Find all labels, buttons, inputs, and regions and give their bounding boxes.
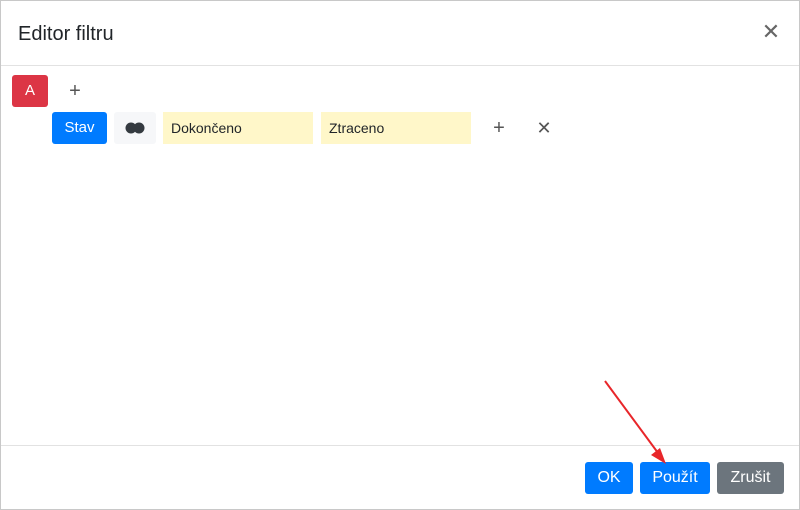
- condition-value[interactable]: Ztraceno: [321, 112, 471, 144]
- condition-value[interactable]: Dokončeno: [163, 112, 313, 144]
- close-icon[interactable]: ✕: [759, 20, 783, 44]
- apply-button[interactable]: Použít: [640, 462, 710, 494]
- dialog-title: Editor filtru: [18, 23, 114, 45]
- operator-button[interactable]: [114, 112, 156, 144]
- dialog-footer: OK Použít Zrušit: [1, 445, 799, 510]
- ok-button[interactable]: OK: [585, 462, 633, 494]
- dialog-header: Editor filtru ✕: [1, 1, 799, 66]
- field-button[interactable]: Stav: [52, 112, 107, 144]
- plus-icon[interactable]: +: [487, 114, 511, 142]
- filter-editor-dialog: Editor filtru ✕ A + Stav Dokončeno Ztrac…: [0, 0, 800, 510]
- two-circles-icon: [125, 122, 145, 134]
- close-icon[interactable]: ✕: [532, 114, 556, 142]
- group-operator-button[interactable]: A: [12, 75, 48, 107]
- cancel-button[interactable]: Zrušit: [717, 462, 784, 494]
- plus-icon[interactable]: +: [63, 77, 87, 105]
